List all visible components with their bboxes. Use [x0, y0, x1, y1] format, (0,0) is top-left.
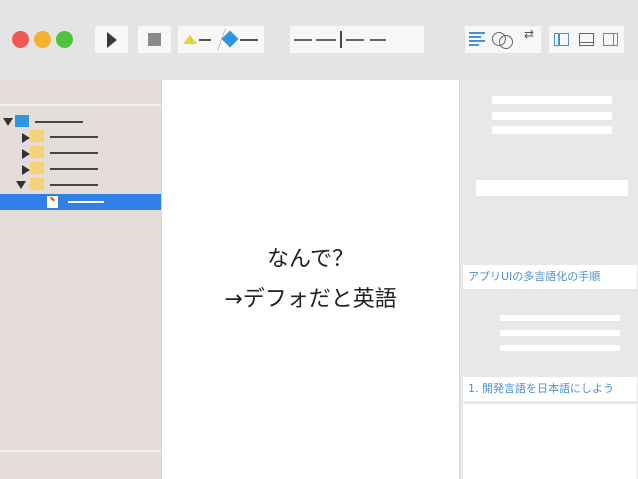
standard-editor-icon[interactable] — [469, 32, 485, 46]
inspector-section-title: アプリUIの多言語化の手順 — [463, 265, 637, 289]
navigator-pane-icon[interactable] — [554, 33, 569, 46]
nav-item-file-selected[interactable] — [0, 194, 161, 210]
nav-item-folder[interactable] — [0, 146, 161, 160]
folder-icon — [30, 178, 44, 190]
navigator-divider — [0, 450, 161, 452]
nav-item-folder-expanded[interactable] — [0, 178, 161, 192]
activity-text-placeholder — [370, 39, 386, 41]
inspector-line-placeholder — [492, 96, 612, 104]
folder-icon — [30, 162, 44, 174]
inspector-line-placeholder — [500, 315, 620, 321]
scheme-selector[interactable] — [178, 26, 264, 53]
nav-item-label-placeholder — [50, 152, 98, 154]
navigator-divider — [0, 104, 161, 106]
disclosure-right-icon[interactable] — [22, 165, 30, 175]
inspector-step-1: 1. 開発言語を日本語にしよう — [463, 377, 637, 401]
activity-text-placeholder — [294, 39, 312, 41]
activity-viewer — [290, 26, 424, 53]
nav-item-label-placeholder — [50, 136, 98, 138]
activity-text-placeholder — [316, 39, 336, 41]
version-editor-icon[interactable]: ⇄ — [519, 28, 539, 49]
activity-text-placeholder — [346, 39, 364, 41]
project-icon — [15, 115, 29, 127]
folder-icon — [30, 146, 44, 158]
editor-mode-group: ⇄ — [465, 26, 541, 53]
editor-message: なんで？ →デフォだと英語 — [162, 240, 459, 320]
minimize-window-button[interactable] — [34, 31, 51, 48]
editor-area[interactable]: なんで？ →デフォだと英語 — [161, 80, 460, 479]
nav-item-project[interactable] — [0, 115, 161, 129]
inspector-line-placeholder — [500, 330, 620, 336]
nav-item-label-placeholder — [50, 184, 98, 186]
nav-item-label-placeholder — [68, 201, 104, 203]
activity-divider — [340, 31, 342, 48]
nav-item-folder[interactable] — [0, 130, 161, 144]
utilities-pane-icon[interactable] — [603, 33, 618, 46]
disclosure-right-icon[interactable] — [22, 149, 30, 159]
play-icon — [107, 32, 117, 48]
inspector-line-placeholder — [492, 126, 612, 134]
close-window-button[interactable] — [12, 31, 29, 48]
run-button[interactable] — [95, 26, 128, 53]
inspector-field-placeholder — [476, 180, 628, 196]
folder-icon — [30, 130, 44, 142]
editor-line-1: なんで？ — [267, 247, 354, 272]
nav-item-label-placeholder — [35, 121, 83, 123]
view-toggle-group — [549, 26, 624, 53]
disclosure-down-icon[interactable] — [16, 181, 26, 189]
debug-pane-icon[interactable] — [579, 33, 594, 46]
assistant-editor-icon[interactable] — [492, 30, 514, 50]
nav-item-folder[interactable] — [0, 162, 161, 176]
stop-button[interactable] — [138, 26, 171, 53]
nav-item-label-placeholder — [50, 168, 98, 170]
inspector-line-placeholder — [492, 112, 612, 120]
stop-icon — [148, 33, 161, 46]
disclosure-right-icon[interactable] — [22, 133, 30, 143]
device-name-placeholder — [240, 39, 258, 41]
inspector-content-panel — [463, 404, 637, 479]
app-target-icon — [183, 35, 197, 44]
strings-file-icon — [47, 196, 58, 208]
disclosure-down-icon[interactable] — [3, 118, 13, 126]
editor-line-2: →デフォだと英語 — [224, 287, 397, 312]
toolbar: ⇄ — [0, 0, 638, 80]
project-navigator — [0, 80, 161, 479]
inspector-line-placeholder — [500, 345, 620, 351]
zoom-window-button[interactable] — [56, 31, 73, 48]
scheme-name-placeholder — [199, 39, 211, 41]
